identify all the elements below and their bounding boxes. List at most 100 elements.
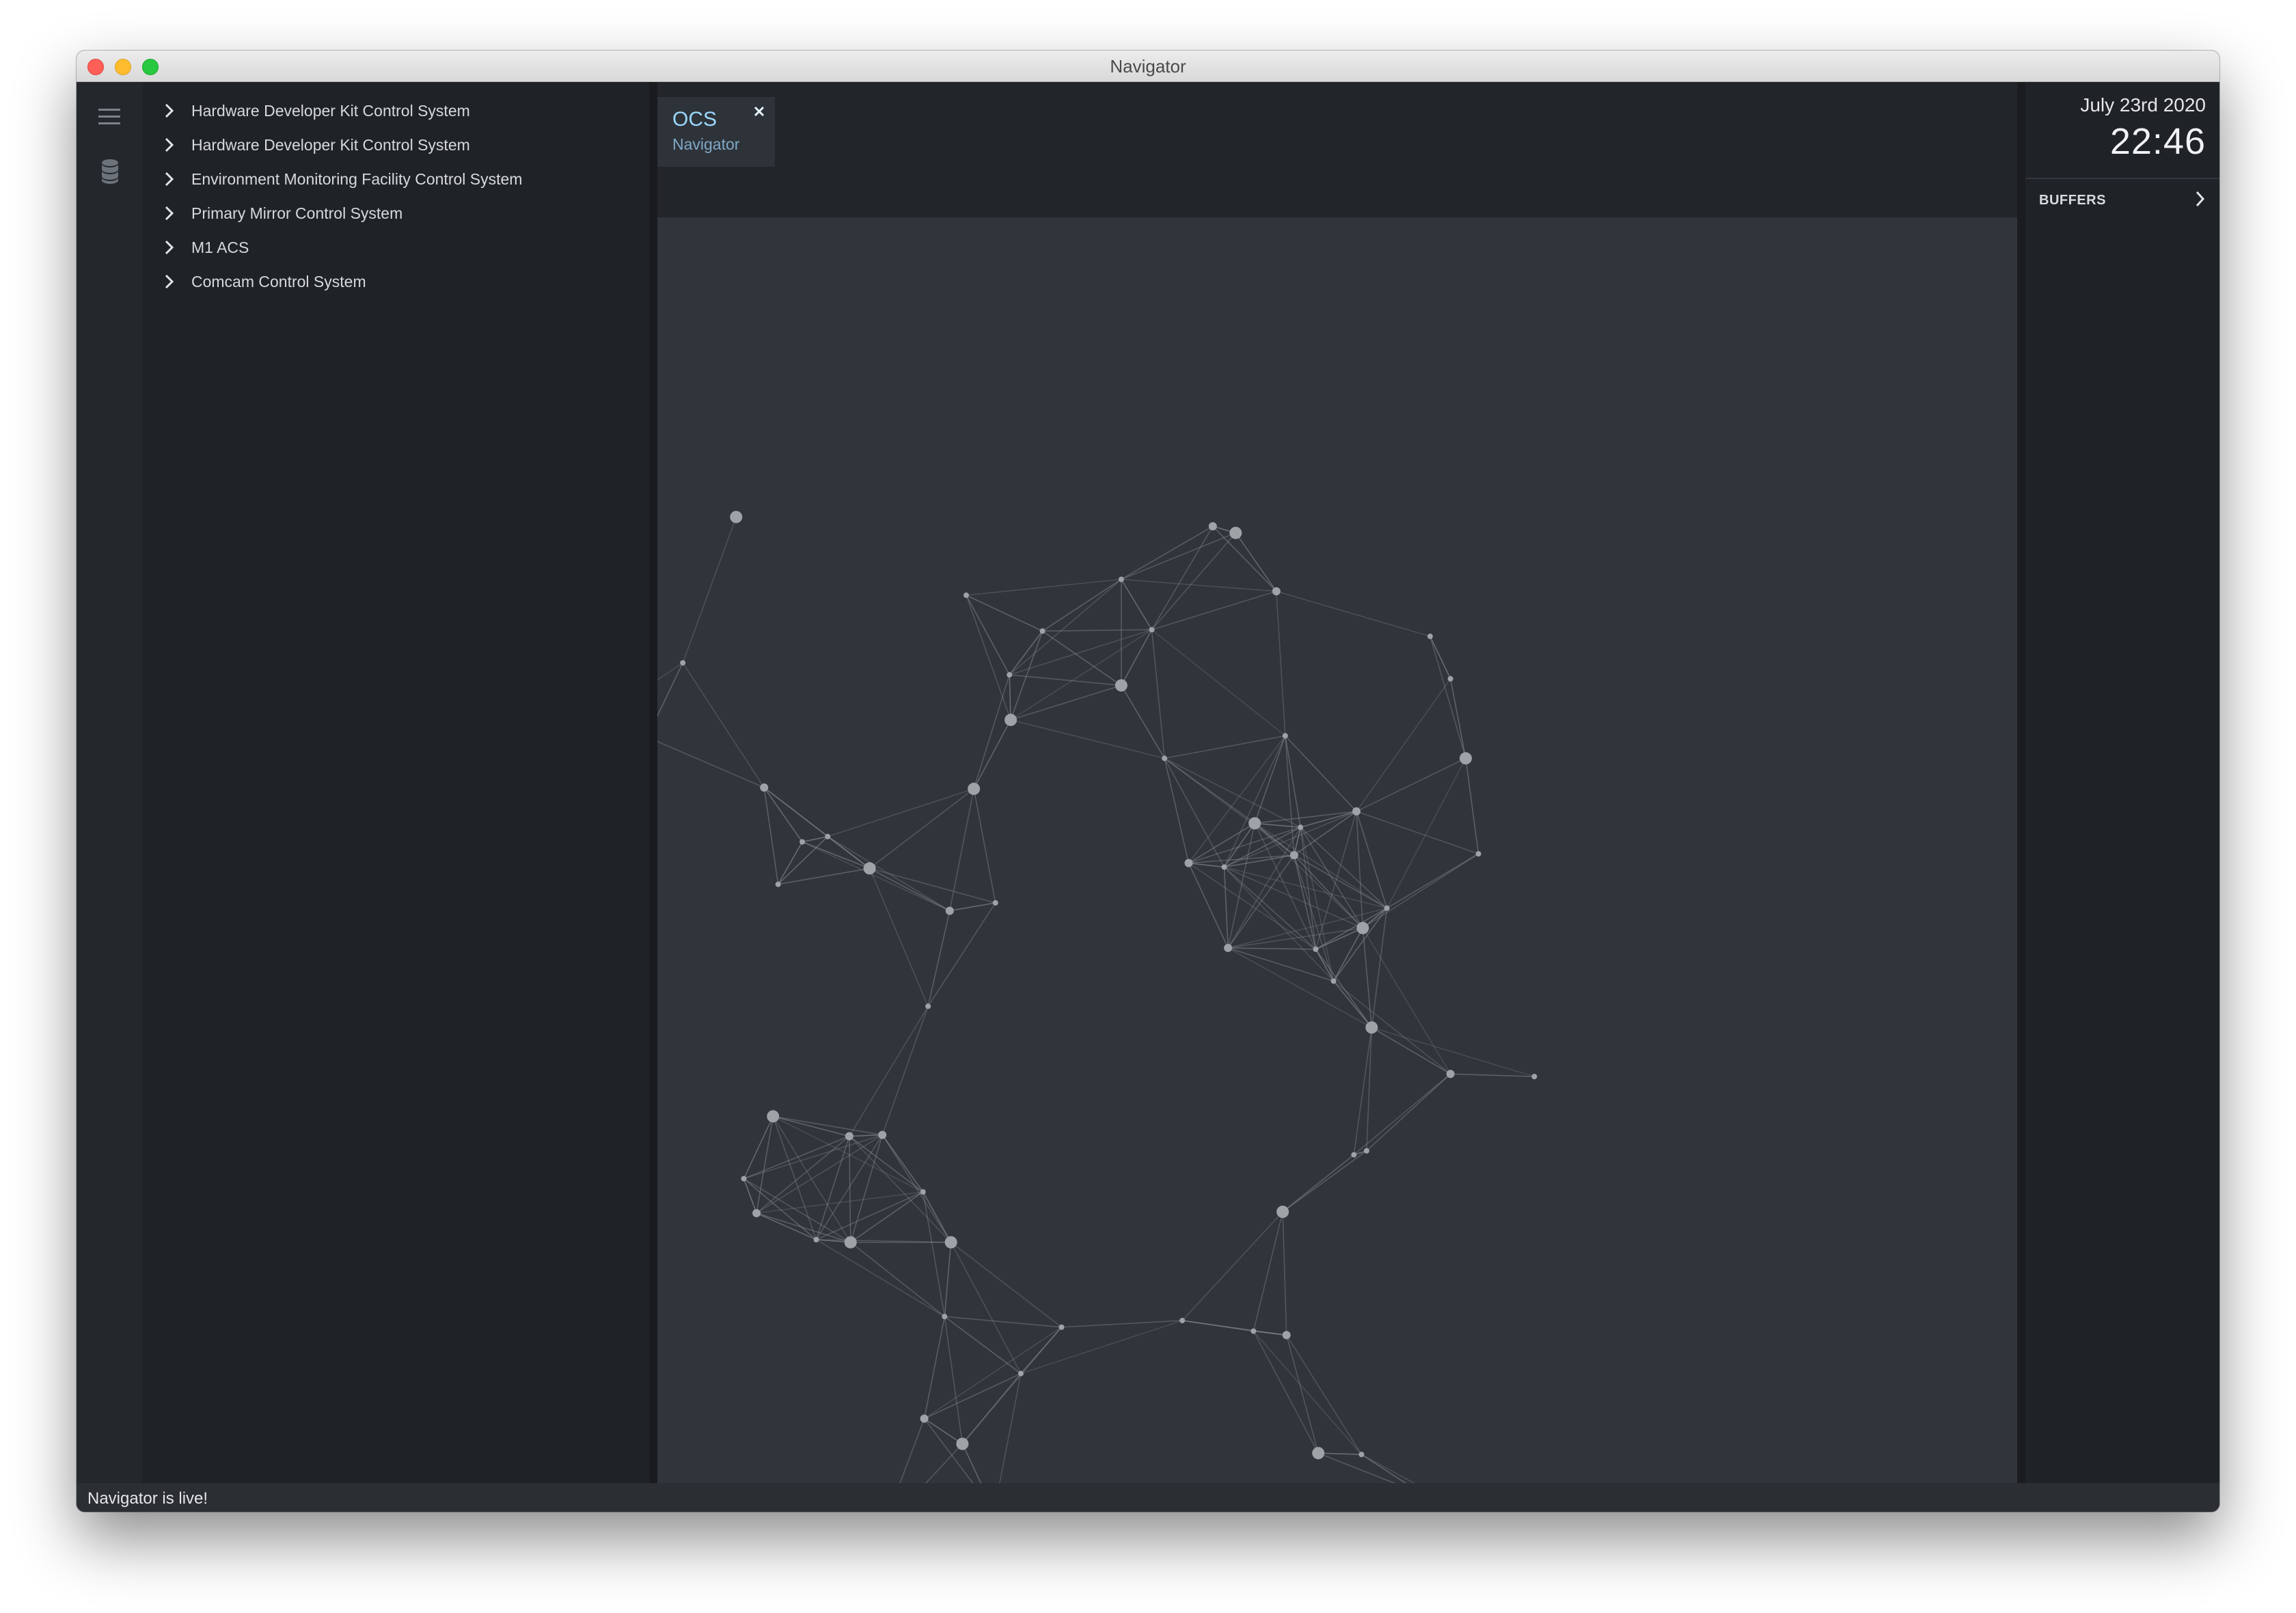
graph-node[interactable] bbox=[825, 833, 831, 839]
graph-node[interactable] bbox=[800, 839, 806, 845]
chevron-right-icon[interactable] bbox=[156, 137, 183, 152]
chevron-right-icon[interactable] bbox=[156, 206, 183, 221]
chevron-right-icon[interactable] bbox=[156, 172, 183, 187]
graph-node[interactable] bbox=[1363, 1148, 1369, 1154]
graph-node[interactable] bbox=[1224, 943, 1233, 952]
graph-node[interactable] bbox=[920, 1414, 929, 1423]
graph-node[interactable] bbox=[760, 783, 769, 792]
graph-node[interactable] bbox=[1459, 752, 1472, 765]
graph-node[interactable] bbox=[1531, 1074, 1538, 1080]
graph-node[interactable] bbox=[920, 1189, 926, 1195]
graph-node[interactable] bbox=[878, 1130, 887, 1139]
graph-edge bbox=[961, 1327, 1063, 1445]
graph-node[interactable] bbox=[767, 1110, 780, 1123]
graph-node[interactable] bbox=[813, 1236, 819, 1243]
graph-node[interactable] bbox=[942, 1314, 948, 1320]
graph-node[interactable] bbox=[741, 1176, 747, 1182]
graph-node[interactable] bbox=[963, 592, 969, 598]
graph-node[interactable] bbox=[1272, 587, 1281, 596]
menu-icon[interactable] bbox=[97, 107, 122, 127]
graph-edge bbox=[1223, 735, 1286, 867]
graph-node[interactable] bbox=[992, 899, 998, 906]
graph-node[interactable] bbox=[680, 660, 686, 666]
graph-node[interactable] bbox=[1356, 921, 1369, 934]
graph-node[interactable] bbox=[1282, 733, 1288, 739]
graph-node[interactable] bbox=[1118, 576, 1124, 582]
right-panel-divider bbox=[2017, 82, 2025, 1483]
graph-node[interactable] bbox=[1298, 824, 1304, 830]
graph-node[interactable] bbox=[1058, 1324, 1065, 1330]
graph-node[interactable] bbox=[1365, 1021, 1378, 1034]
graph-node[interactable] bbox=[956, 1437, 969, 1450]
graph-node[interactable] bbox=[845, 1132, 853, 1141]
graph-node[interactable] bbox=[1358, 1452, 1365, 1458]
tree-item-primary-mirror[interactable]: Primary Mirror Control System bbox=[156, 200, 402, 227]
graph-node[interactable] bbox=[1115, 679, 1128, 692]
graph-node[interactable] bbox=[1162, 755, 1168, 761]
graph-edge bbox=[1227, 947, 1372, 1029]
graph-node[interactable] bbox=[1282, 1331, 1291, 1340]
graph-edge bbox=[1253, 1330, 1287, 1336]
graph-edge bbox=[763, 787, 803, 843]
graph-node[interactable] bbox=[1248, 817, 1261, 830]
graph-node[interactable] bbox=[1179, 1318, 1186, 1324]
graph-node[interactable] bbox=[1447, 676, 1453, 682]
graph-node[interactable] bbox=[968, 783, 981, 796]
graph-node[interactable] bbox=[1007, 672, 1013, 678]
close-tab-icon[interactable] bbox=[750, 103, 768, 120]
graph-node[interactable] bbox=[1384, 905, 1390, 911]
sidebar-splitter[interactable] bbox=[649, 82, 657, 1483]
graph-node[interactable] bbox=[944, 1236, 957, 1249]
graph-node[interactable] bbox=[1221, 864, 1227, 870]
graph-edge bbox=[1356, 757, 1466, 812]
tree-item-comcam[interactable]: Comcam Control System bbox=[156, 268, 366, 295]
graph-node[interactable] bbox=[1289, 851, 1298, 860]
graph-node[interactable] bbox=[1352, 807, 1361, 816]
graph-node[interactable] bbox=[1276, 1206, 1289, 1218]
chevron-right-icon[interactable] bbox=[2195, 190, 2206, 211]
graph-node[interactable] bbox=[1250, 1328, 1257, 1334]
graph-node[interactable] bbox=[1149, 627, 1155, 633]
chevron-right-icon[interactable] bbox=[156, 103, 183, 118]
graph-node[interactable] bbox=[1330, 978, 1337, 984]
network-graph[interactable] bbox=[138, 217, 2017, 1512]
graph-edge bbox=[1332, 980, 1372, 1028]
buffers-toggle[interactable]: BUFFERS bbox=[2025, 180, 2219, 220]
graph-edge bbox=[1212, 526, 1277, 592]
graph-edge bbox=[646, 662, 683, 737]
network-graph-canvas[interactable] bbox=[138, 217, 2017, 1512]
graph-edge bbox=[1164, 757, 1301, 828]
graph-node[interactable] bbox=[1446, 1070, 1455, 1079]
tree-item-hdk-1[interactable]: Hardware Developer Kit Control System bbox=[156, 97, 470, 124]
graph-node[interactable] bbox=[775, 881, 781, 887]
graph-node[interactable] bbox=[1039, 628, 1046, 634]
graph-node[interactable] bbox=[945, 906, 954, 915]
tree-item-label: Comcam Control System bbox=[191, 272, 366, 290]
tree-item-emf[interactable]: Environment Monitoring Facility Control … bbox=[156, 165, 522, 193]
graph-edge bbox=[1010, 719, 1165, 759]
graph-node[interactable] bbox=[1184, 858, 1193, 867]
graph-node[interactable] bbox=[1229, 526, 1242, 539]
database-icon[interactable] bbox=[100, 159, 120, 185]
tree-item-hdk-2[interactable]: Hardware Developer Kit Control System bbox=[156, 131, 470, 159]
graph-edge bbox=[1009, 630, 1043, 675]
tree-item-m1-acs[interactable]: M1 ACS bbox=[156, 234, 249, 261]
tab-ocs-navigator[interactable]: OCS Navigator bbox=[657, 97, 775, 167]
chevron-right-icon[interactable] bbox=[156, 240, 183, 255]
graph-node[interactable] bbox=[844, 1236, 857, 1249]
graph-node[interactable] bbox=[1004, 714, 1017, 727]
graph-edge bbox=[773, 1115, 883, 1136]
chevron-right-icon[interactable] bbox=[156, 274, 183, 289]
graph-node[interactable] bbox=[752, 1208, 761, 1217]
graph-node[interactable] bbox=[1313, 946, 1319, 952]
graph-node[interactable] bbox=[1475, 851, 1481, 857]
graph-node[interactable] bbox=[1208, 522, 1217, 531]
graph-node[interactable] bbox=[863, 862, 876, 875]
graph-node[interactable] bbox=[1351, 1152, 1357, 1158]
graph-node[interactable] bbox=[1312, 1447, 1325, 1460]
graph-node[interactable] bbox=[1017, 1370, 1024, 1377]
graph-edge bbox=[1285, 735, 1295, 856]
graph-node[interactable] bbox=[1427, 634, 1433, 640]
graph-node[interactable] bbox=[925, 1003, 931, 1009]
graph-node[interactable] bbox=[730, 511, 743, 524]
